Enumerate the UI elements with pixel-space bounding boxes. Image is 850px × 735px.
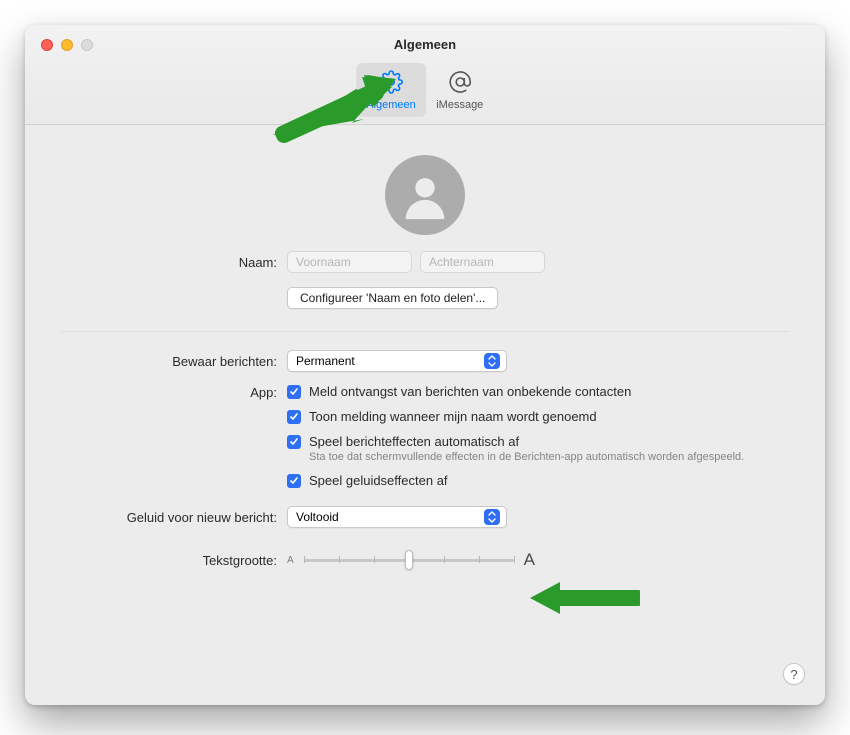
tab-imessage-label: iMessage [436, 99, 483, 111]
keep-messages-select[interactable]: Permanent [287, 350, 507, 372]
window-title: Algemeen [25, 37, 825, 52]
sound-new-message-value: Voltooid [296, 510, 339, 524]
sound-new-message-label: Geluid voor nieuw bericht: [61, 510, 287, 525]
avatar[interactable] [385, 155, 465, 235]
tab-general[interactable]: Algemeen [356, 63, 426, 117]
checkbox-unknown-contacts-label: Meld ontvangst van berichten van onbeken… [309, 384, 631, 399]
message-effects-subtext: Sta toe dat schermvullende effecten in d… [309, 451, 744, 463]
first-name-field[interactable] [287, 251, 412, 273]
sound-new-message-select[interactable]: Voltooid [287, 506, 507, 528]
checkbox-unknown-contacts[interactable] [287, 385, 301, 399]
at-sign-icon [448, 70, 472, 97]
keep-messages-label: Bewaar berichten: [61, 354, 287, 369]
content-area: Naam: Configureer 'Naam en foto delen'..… [25, 125, 825, 705]
last-name-field[interactable] [420, 251, 545, 273]
toolbar-tabs: Algemeen iMessage [356, 63, 494, 117]
name-label: Naam: [61, 255, 287, 270]
help-button[interactable]: ? [783, 663, 805, 685]
checkbox-message-effects-label: Speel berichteffecten automatisch af [309, 434, 744, 449]
tab-imessage[interactable]: iMessage [426, 63, 494, 117]
text-size-label: Tekstgrootte: [61, 553, 287, 568]
checkbox-name-mentioned-label: Toon melding wanneer mijn naam wordt gen… [309, 409, 597, 424]
app-label: App: [61, 384, 287, 400]
person-icon [396, 166, 454, 224]
keep-messages-value: Permanent [296, 354, 355, 368]
text-size-max-icon: A [524, 550, 535, 570]
tab-general-label: Algemeen [366, 99, 416, 111]
checkbox-message-effects[interactable] [287, 435, 301, 449]
gear-icon [379, 70, 403, 97]
preferences-window: Algemeen Algemeen iMessage Naam: [25, 25, 825, 705]
configure-name-photo-button[interactable]: Configureer 'Naam en foto delen'... [287, 287, 498, 309]
checkbox-name-mentioned[interactable] [287, 410, 301, 424]
text-size-min-icon: A [287, 555, 294, 566]
titlebar: Algemeen Algemeen iMessage [25, 25, 825, 125]
divider [61, 331, 789, 332]
checkbox-sound-effects[interactable] [287, 474, 301, 488]
chevron-updown-icon [484, 353, 500, 369]
text-size-slider[interactable] [304, 550, 514, 570]
checkbox-sound-effects-label: Speel geluidseffecten af [309, 473, 448, 488]
help-icon: ? [790, 667, 797, 682]
chevron-updown-icon [484, 509, 500, 525]
